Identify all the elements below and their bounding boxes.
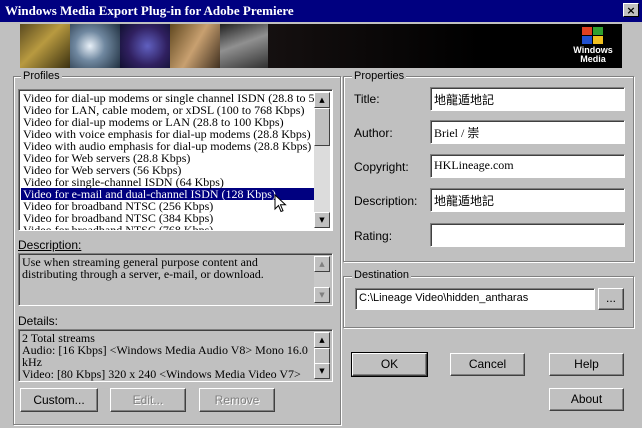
description-scrollbar[interactable]: ▲ ▼ [314, 256, 330, 303]
cancel-button-label: Cancel [468, 357, 507, 371]
details-line: Audio: [16 Kbps] <Windows Media Audio V8… [22, 343, 308, 369]
custom-button[interactable]: Custom... [20, 388, 98, 412]
details-label: Details: [18, 314, 58, 328]
description-field[interactable]: 地龍遁地記 [430, 188, 625, 212]
title-label: Title: [354, 92, 380, 106]
banner-tile-fiber [70, 24, 120, 68]
banner-tile-fade [268, 24, 622, 68]
edit-button-label: Edit... [132, 393, 164, 407]
profiles-group-label: Profiles [21, 70, 62, 82]
rating-label: Rating: [354, 229, 393, 243]
about-button-label: About [570, 392, 603, 406]
details-box: 2 Total streams Audio: [16 Kbps] <Window… [18, 329, 333, 382]
cancel-button[interactable]: Cancel [450, 353, 525, 376]
browse-button[interactable]: ... [598, 288, 624, 310]
copyright-field[interactable]: HKLineage.com [430, 154, 625, 178]
title-bar: Windows Media Export Plug-in for Adobe P… [0, 0, 642, 22]
details-scroll-up-icon[interactable]: ▲ [314, 332, 330, 348]
profile-list-item[interactable]: Video for broadband NTSC (768 Kbps) [21, 224, 314, 230]
remove-button[interactable]: Remove [199, 388, 275, 412]
scroll-thumb[interactable] [314, 108, 330, 146]
close-icon[interactable]: × [623, 3, 639, 17]
details-label-text: Details: [18, 314, 59, 328]
destination-group-label: Destination [352, 269, 412, 281]
scroll-up-icon[interactable]: ▲ [314, 92, 330, 108]
browse-button-label: ... [605, 291, 616, 305]
banner: Windows Media [20, 24, 622, 68]
banner-tile-film [220, 24, 268, 68]
description-scroll-down-icon[interactable]: ▼ [314, 287, 330, 303]
profiles-rows: Video for dial-up modems or single chann… [21, 92, 321, 230]
author-label: Author: [354, 126, 393, 140]
mouse-cursor-icon [274, 194, 287, 213]
details-line: Video: [80 Kbps] 320 x 240 <Windows Medi… [22, 367, 301, 381]
edit-button[interactable]: Edit... [110, 388, 186, 412]
copyright-label: Copyright: [354, 160, 409, 174]
remove-button-label: Remove [214, 393, 260, 407]
description-label-text: Description: [18, 238, 82, 252]
help-button[interactable]: Help [549, 353, 624, 376]
details-scroll-down-icon[interactable]: ▼ [314, 363, 330, 379]
windows-flag-icon [582, 27, 604, 45]
details-scrollbar[interactable]: ▲ ▼ [314, 332, 330, 379]
description-text: Use when streaming general purpose conte… [22, 255, 264, 281]
ok-button-label: OK [380, 357, 399, 371]
rating-field[interactable] [430, 223, 625, 247]
custom-button-label: Custom... [33, 393, 85, 407]
description-scroll-up-icon[interactable]: ▲ [314, 256, 330, 272]
title-field[interactable]: 地龍遁地記 [430, 87, 625, 111]
scroll-down-icon[interactable]: ▼ [314, 212, 330, 228]
windows-media-logo: Windows Media [570, 27, 616, 65]
description-prop-label: Description: [354, 194, 418, 208]
banner-tile-spiral [20, 24, 70, 68]
description-box: Use when streaming general purpose conte… [18, 253, 333, 306]
banner-tile-hands [170, 24, 220, 68]
help-button-label: Help [574, 357, 599, 371]
destination-path-field[interactable]: C:\Lineage Video\hidden_antharas [355, 288, 595, 310]
banner-tile-globe [120, 24, 170, 68]
author-field[interactable]: Briel / 崇 [430, 120, 625, 144]
logo-text-media: Media [580, 54, 606, 64]
profiles-scrollbar[interactable]: ▲ ▼ [314, 92, 330, 228]
ok-button[interactable]: OK [351, 352, 428, 377]
about-button[interactable]: About [549, 388, 624, 411]
description-label: Description: [18, 238, 81, 252]
properties-group-label: Properties [352, 70, 407, 82]
window-title: Windows Media Export Plug-in for Adobe P… [5, 3, 294, 18]
